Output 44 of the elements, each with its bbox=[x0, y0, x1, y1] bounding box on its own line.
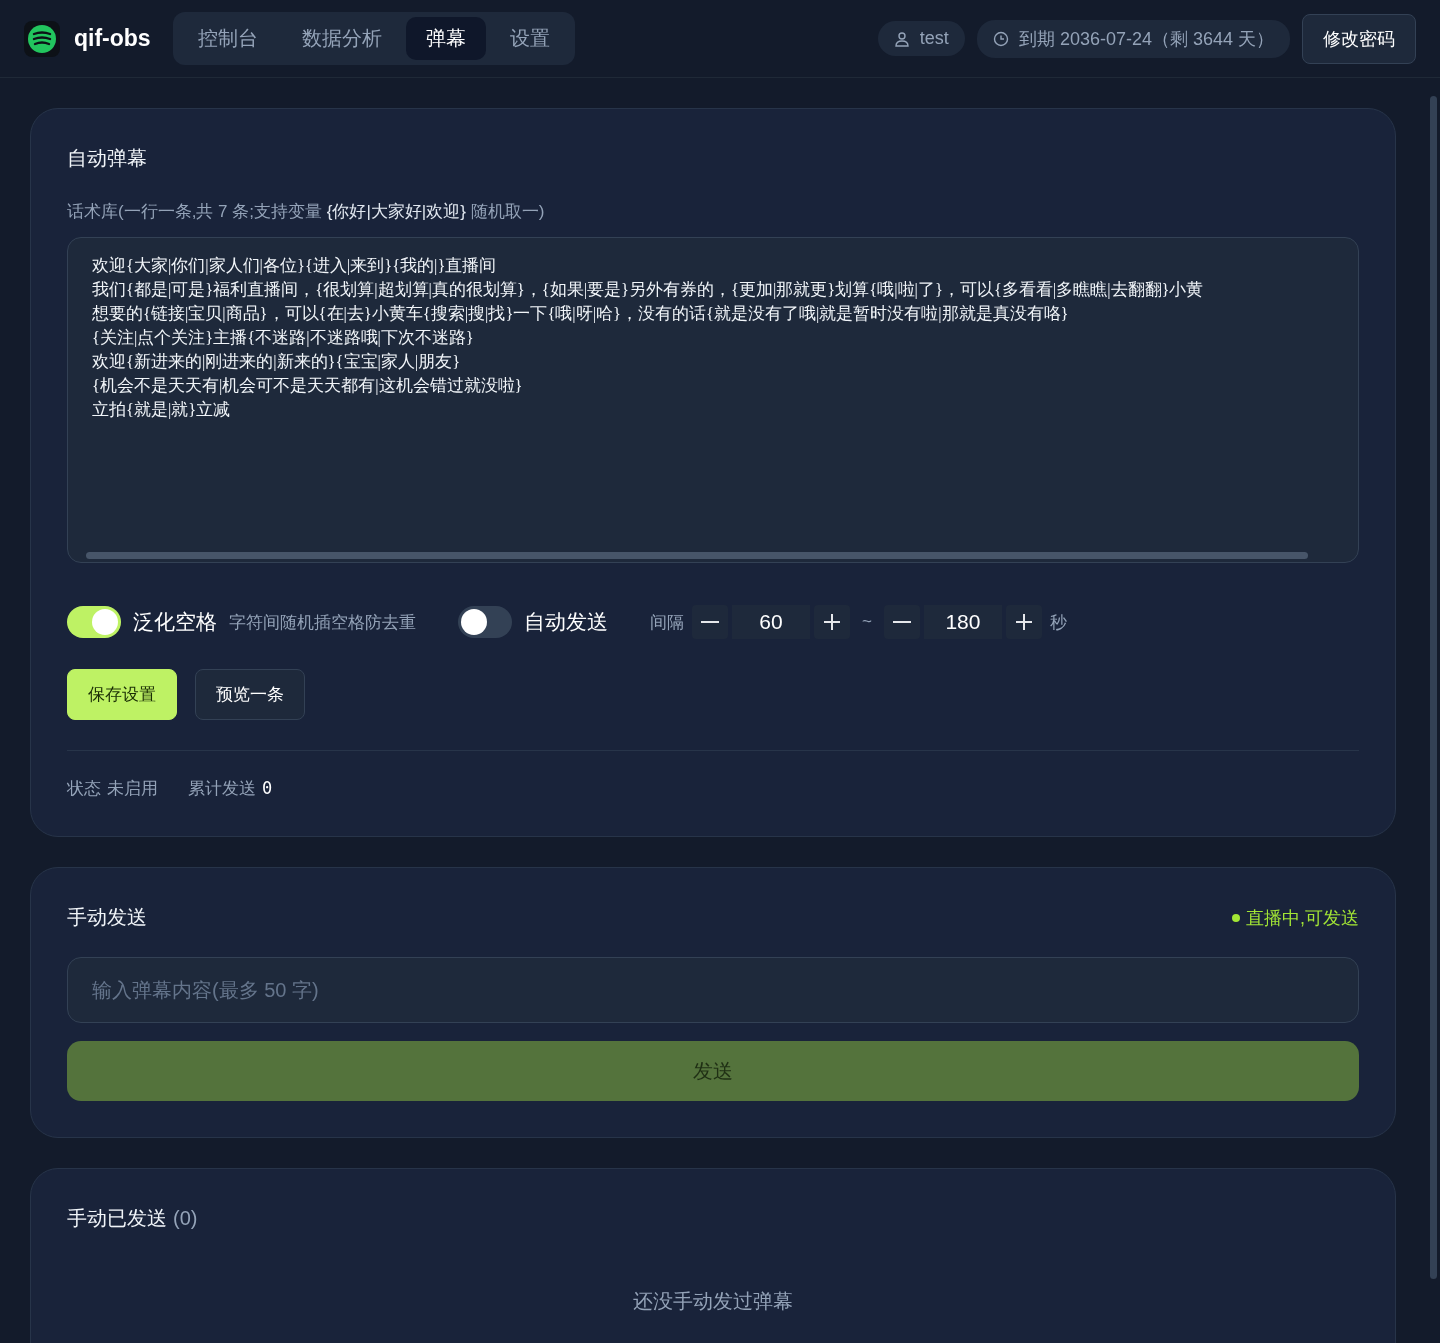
library-hint: 话术库(一行一条,共 7 条;支持变量 {你好|大家好|欢迎} 随机取一) bbox=[67, 201, 546, 223]
change-password-button[interactable]: 修改密码 bbox=[1302, 13, 1416, 64]
plus-icon bbox=[822, 612, 842, 632]
clock-icon bbox=[992, 30, 1009, 47]
plus-icon bbox=[1013, 612, 1034, 632]
sent-count-label: 累计发送 bbox=[188, 778, 256, 800]
minus-icon bbox=[892, 621, 911, 623]
user-icon bbox=[893, 30, 910, 47]
status-value: 未启用 bbox=[107, 778, 158, 800]
toggle-hint: 字符间随机插空格防去重 bbox=[229, 611, 416, 634]
empty-message: 还没手动发过弹幕 bbox=[632, 1289, 794, 1314]
range-separator: ~ bbox=[862, 612, 872, 632]
interval-label: 间隔 bbox=[650, 611, 684, 634]
nav-tab[interactable]: 设置 bbox=[489, 17, 570, 60]
card-title: 手动发送 bbox=[67, 905, 147, 930]
toggle-switch[interactable] bbox=[458, 606, 512, 638]
expiry-text: 到期 2036-07-24（剩 3644 天） bbox=[1018, 27, 1274, 51]
status-label: 状态 bbox=[67, 778, 101, 800]
nav-tab[interactable]: 数据分析 bbox=[281, 17, 402, 60]
increment-button[interactable] bbox=[814, 605, 850, 639]
save-button[interactable]: 保存设置 bbox=[67, 669, 177, 720]
toggle-label: 自动发送 bbox=[524, 609, 608, 635]
unit-label: 秒 bbox=[1049, 611, 1067, 634]
interval-min-field[interactable]: 60 bbox=[732, 605, 810, 639]
nav-tab[interactable]: 控制台 bbox=[177, 17, 278, 60]
live-status-text: 直播中,可发送 bbox=[1246, 906, 1359, 930]
username: test bbox=[919, 28, 949, 49]
danmaku-input-field[interactable]: 输入弹幕内容(最多 50 字) bbox=[67, 957, 1359, 1023]
toggle-switch[interactable] bbox=[67, 606, 121, 638]
decrement-button[interactable] bbox=[692, 605, 728, 639]
increment-button[interactable] bbox=[1005, 605, 1042, 639]
nav-tab[interactable]: 弹幕 bbox=[405, 17, 486, 60]
script-textarea[interactable]: 欢迎{大家|你们|家人们|各位}{进入|来到}{我的|}直播间 我们{都是|可是}福利直播间，{很划算|超划算|真的很划算}，{如果|要是}另外有券的，{更加|那就更}划算{哦|啦|了}，可以{多看看|多瞧瞧|去翻翻}小黄 想要的{链接|宝贝|商品}，可以{在|去}小黄车{搜索|搜|找}一下{哦|呀|哈}，没有的话{就是没有了哦|就是暂时没有啦|那就是真没有咯} {关注|点个关注}主播{不迷路|不迷路哦|下次不迷路} 欢迎{新进来的|刚进来的|新来的}{宝宝|家人|朋友} {机会不是天天有|机会可不是天天都有|这机会错过就没啦} 立拍{就是|就}立减 bbox=[67, 237, 1359, 563]
sent-count-value: 0 bbox=[262, 778, 273, 798]
app-name: qif-obs bbox=[74, 25, 151, 52]
toggle-label: 泛化空格 bbox=[133, 609, 217, 635]
card-title: 手动已发送 bbox=[67, 1207, 167, 1229]
preview-button[interactable]: 预览一条 bbox=[195, 669, 305, 720]
sent-count: (0) bbox=[173, 1207, 198, 1229]
decrement-button[interactable] bbox=[883, 605, 920, 639]
logo-icon bbox=[24, 20, 60, 57]
card-title: 自动弹幕 bbox=[67, 146, 148, 171]
interval-max-field[interactable]: 180 bbox=[923, 605, 1002, 639]
minus-icon bbox=[701, 621, 719, 623]
